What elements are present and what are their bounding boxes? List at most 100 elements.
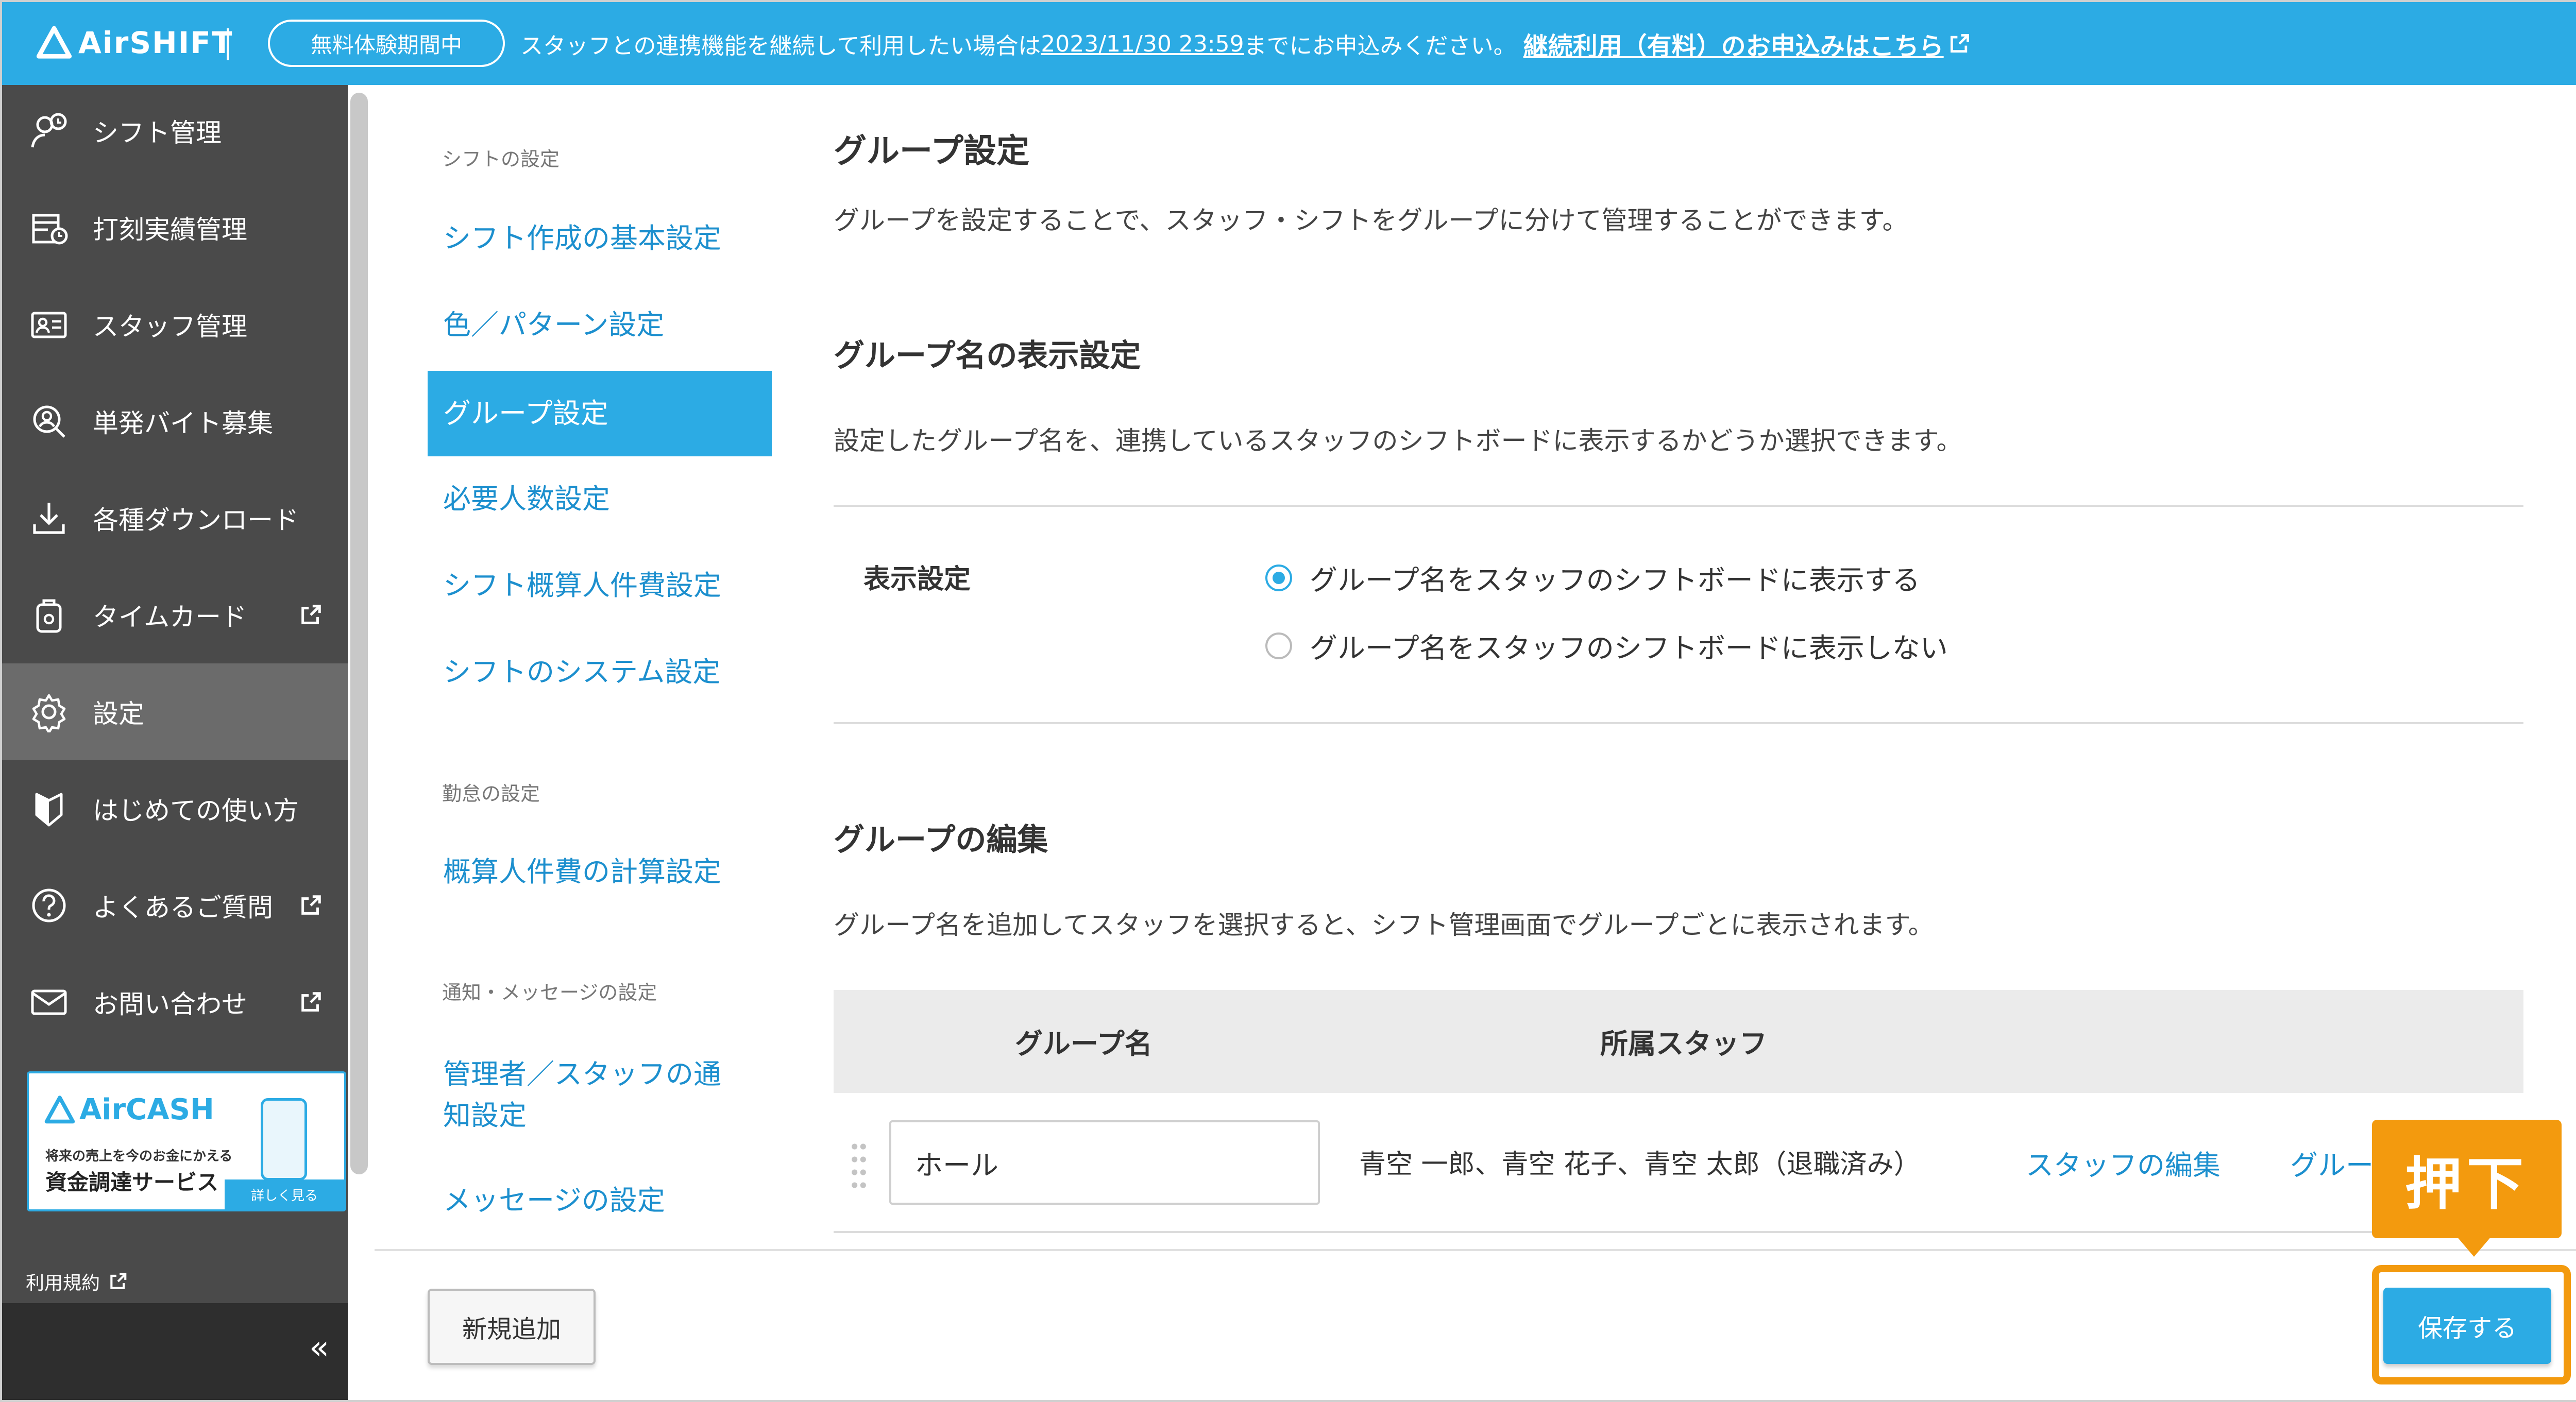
group-edit-description: グループ名を追加してスタッフを選択すると、シフト管理画面でグループごとに表示され… [834,910,1934,940]
group-edit-heading: グループの編集 [834,822,1048,858]
press-callout: 押下 [2372,1120,2562,1238]
nav-item-beginner-guide[interactable]: はじめての使い方 [0,760,348,857]
collapse-sidebar-button[interactable]: « [309,1329,329,1367]
nav-item-label: はじめての使い方 [93,796,299,826]
aircash-more-link[interactable]: 詳しく見る [225,1179,344,1209]
nav-item-label: シフト管理 [93,118,222,148]
timesheet-icon [32,214,68,245]
page-description: グループを設定することで、スタッフ・シフトをグループに分けて管理することができま… [834,206,1908,235]
menu-item-message[interactable]: メッセージの設定 [428,1158,772,1243]
nav-item-label: スタッフ管理 [93,312,247,341]
sidebar-scrollbar[interactable] [350,93,368,1174]
menu-section-notification: 通知・メッセージの設定 [442,981,657,1004]
timecard-icon [36,599,62,633]
banner-message-text: スタッフとの連携機能を継続して利用したい場合は [520,33,1041,59]
external-link-icon [1950,34,1969,53]
gear-icon [32,694,66,732]
menu-item-group-settings[interactable]: グループ設定 [428,371,772,456]
app-logo[interactable]: AirSHIFT [36,21,233,64]
menu-item-notification-line2: 知設定 [443,1099,527,1132]
display-settings-description: 設定したグループ名を、連携しているスタッフのシフトボードに表示するかどうか選択で… [834,426,1962,456]
display-setting-label: 表示設定 [863,564,971,595]
external-link-icon [301,992,321,1012]
trial-badge: 無料体験期間中 [268,20,505,67]
group-name-input[interactable] [889,1120,1320,1205]
menu-item-required-staff[interactable]: 必要人数設定 [428,456,772,542]
app-logo-text: AirSHIFT [78,25,233,60]
nav-item-contact[interactable]: お問い合わせ [0,954,348,1051]
aircash-title: 資金調達サービス [45,1170,219,1195]
menu-item-labor-cost[interactable]: シフト概算人件費設定 [428,543,772,628]
nav-item-timecard[interactable]: タイムカード [0,567,348,663]
phone-illustration [261,1098,307,1181]
divider [834,505,2523,507]
save-button[interactable]: 保存する [2383,1288,2551,1364]
radio-checked-icon[interactable] [1265,564,1292,591]
recruit-icon [33,405,65,438]
top-banner: AirSHIFT 無料体験期間中 スタッフとの連携機能を継続して利用したい場合は… [0,0,2576,85]
banner-message: スタッフとの連携機能を継続して利用したい場合は 2023/11/30 23:59… [520,26,1971,62]
external-link-icon [110,1273,127,1289]
mail-icon [31,989,67,1015]
menu-item-color-pattern[interactable]: 色／パターン設定 [428,282,772,368]
add-new-button[interactable]: 新規追加 [428,1289,596,1365]
group-table-header: グループ名 所属スタッフ [834,990,2523,1093]
nav-item-recruit[interactable]: 単発バイト募集 [0,373,348,470]
menu-item-system[interactable]: シフトのシステム設定 [428,629,772,715]
action-footer [375,1249,2576,1402]
nav-item-faq[interactable]: よくあるご質問 [0,857,348,954]
nav-item-settings[interactable]: 設定 [0,663,348,760]
radio-show-label: グループ名をスタッフのシフトボードに表示する [1310,564,1920,596]
nav-item-label: 単発バイト募集 [93,408,273,438]
nav-item-label: お問い合わせ [93,989,247,1019]
nav-item-label: よくあるご質問 [93,893,273,922]
nav-item-label: 設定 [93,699,144,729]
menu-item-notification-line1: 管理者／スタッフの通 [443,1058,721,1090]
group-action-link[interactable]: グルー [2290,1142,2374,1183]
page-title: グループ設定 [834,132,1030,170]
aircash-logo-icon [44,1095,75,1123]
nav-item-label: 打刻実績管理 [93,215,247,245]
menu-section-shift: シフトの設定 [442,148,560,170]
column-header-staff: 所属スタッフ [1600,1028,1767,1060]
menu-item-notification[interactable]: 管理者／スタッフの通 知設定 [428,1048,772,1145]
nav-item-download[interactable]: 各種ダウンロード [0,470,348,567]
radio-show-group-name[interactable]: グループ名をスタッフのシフトボードに表示する [1265,557,1920,598]
drag-handle-icon[interactable] [850,1141,868,1192]
callout-tail [2456,1236,2492,1257]
logo-divider [227,28,229,60]
beginner-icon [35,793,63,827]
sidebar-footer [0,1303,348,1402]
assigned-staff-list: 青空 一郎、青空 花子、青空 太郎（退職済み） [1359,1149,1921,1180]
radio-hide-label: グループ名をスタッフのシフトボードに表示しない [1310,632,1948,664]
radio-hide-group-name[interactable]: グループ名をスタッフのシフトボードに表示しない [1265,625,1948,666]
banner-message-tail: までにお申込みください。 [1244,33,1516,59]
display-settings-heading: グループ名の表示設定 [834,338,1141,374]
radio-unchecked-icon[interactable] [1265,632,1292,659]
divider [834,722,2523,724]
continue-subscription-link[interactable]: 継続利用（有料）のお申込みはこちら [1523,26,1944,62]
nav-item-shift[interactable]: シフト管理 [0,82,348,179]
nav-item-label: 各種ダウンロード [93,505,299,535]
menu-item-labor-calc[interactable]: 概算人件費の計算設定 [428,829,772,915]
aircash-subtitle: 将来の売上を今のお金にかえる [45,1149,233,1164]
aircash-logo: AirCASH [44,1093,214,1126]
nav-item-staff[interactable]: スタッフ管理 [0,276,348,373]
shift-icon [31,113,67,148]
question-icon [32,888,66,922]
banner-deadline: 2023/11/30 23:59 [1041,30,1244,57]
table-row-divider [834,1231,2523,1233]
terms-label: 利用規約 [26,1273,100,1294]
airshift-logo-icon [36,26,72,59]
nav-item-timesheet[interactable]: 打刻実績管理 [0,179,348,276]
aircash-ad-banner[interactable]: AirCASH 将来の売上を今のお金にかえる 資金調達サービス 詳しく見る [27,1071,346,1211]
edit-staff-link[interactable]: スタッフの編集 [2026,1142,2221,1183]
menu-section-attendance: 勤怠の設定 [442,782,540,805]
external-link-icon [301,895,321,915]
aircash-logo-text: AirCASH [79,1093,214,1126]
staff-card-icon [31,312,67,338]
menu-item-shift-basic[interactable]: シフト作成の基本設定 [428,196,772,281]
nav-item-label: タイムカード [93,602,247,632]
column-header-group-name: グループ名 [1015,1028,1153,1060]
terms-link[interactable]: 利用規約 [26,1268,128,1295]
